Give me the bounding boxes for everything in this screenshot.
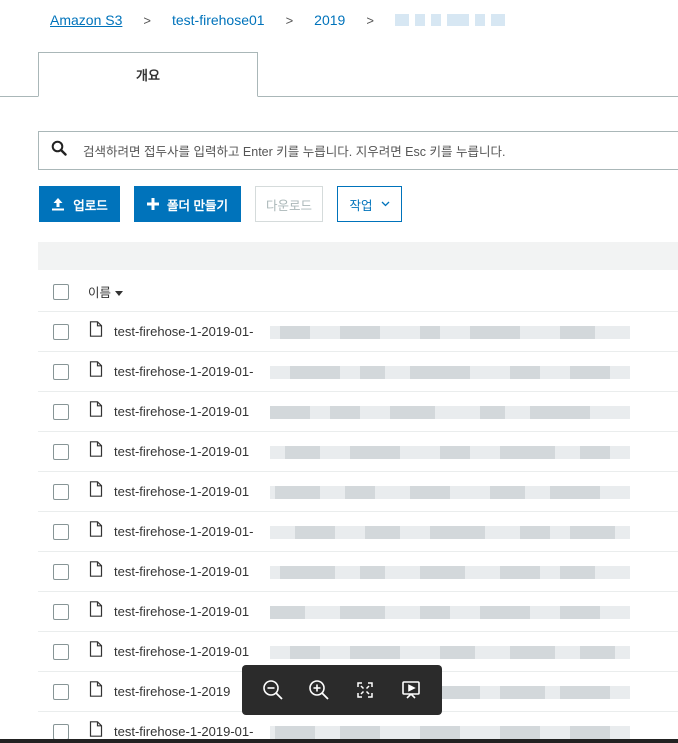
tab-bar: 개요: [0, 52, 678, 97]
present-icon[interactable]: [398, 677, 424, 703]
file-name-link[interactable]: test-firehose-1-2019-01: [114, 564, 249, 579]
breadcrumb-separator: >: [366, 12, 374, 28]
file-icon: [89, 321, 103, 342]
file-name-link[interactable]: test-firehose-1-2019: [114, 684, 230, 699]
file-icon: [89, 641, 103, 662]
breadcrumb-separator: >: [143, 12, 151, 28]
file-name-link[interactable]: test-firehose-1-2019-01: [114, 644, 249, 659]
table-row[interactable]: test-firehose-1-2019-01-: [38, 352, 678, 392]
chevron-down-icon: [381, 201, 390, 207]
redacted-filename: [270, 726, 630, 739]
zoom-in-icon[interactable]: [306, 677, 332, 703]
row-checkbox[interactable]: [53, 723, 69, 740]
breadcrumb-year[interactable]: 2019: [314, 12, 345, 28]
table-row[interactable]: test-firehose-1-2019-01: [38, 432, 678, 472]
breadcrumb-bucket[interactable]: test-firehose01: [172, 12, 265, 28]
table-row[interactable]: test-firehose-1-2019-01: [38, 472, 678, 512]
upload-icon: [51, 197, 65, 211]
download-button[interactable]: 다운로드: [255, 186, 323, 222]
upload-button[interactable]: 업로드: [39, 186, 120, 222]
redacted-filename: [270, 326, 630, 339]
redacted-filename: [270, 366, 630, 379]
row-checkbox[interactable]: [53, 483, 69, 500]
actions-dropdown[interactable]: 작업: [337, 186, 402, 222]
breadcrumb-amazon-s3[interactable]: Amazon S3: [50, 12, 122, 28]
row-checkbox[interactable]: [53, 683, 69, 700]
breadcrumb-redacted: [394, 14, 505, 26]
row-checkbox[interactable]: [53, 523, 69, 540]
redacted-filename: [270, 446, 630, 459]
search-placeholder: 검색하려면 접두사를 입력하고 Enter 키를 누릅니다. 지우려면 Esc …: [83, 145, 506, 159]
row-checkbox[interactable]: [53, 403, 69, 420]
fit-screen-icon[interactable]: [352, 677, 378, 703]
file-icon: [89, 441, 103, 462]
image-viewer-toolbar: [242, 665, 442, 715]
breadcrumb-separator: >: [285, 12, 294, 28]
file-name-link[interactable]: test-firehose-1-2019-01: [114, 604, 249, 619]
row-checkbox[interactable]: [53, 323, 69, 340]
row-checkbox[interactable]: [53, 643, 69, 660]
row-checkbox[interactable]: [53, 563, 69, 580]
bottom-edge: [0, 739, 678, 743]
file-name-link[interactable]: test-firehose-1-2019-01-: [114, 324, 253, 339]
table-row[interactable]: test-firehose-1-2019-01: [38, 592, 678, 632]
file-icon: [89, 361, 103, 382]
file-icon: [89, 601, 103, 622]
file-name-link[interactable]: test-firehose-1-2019-01: [114, 484, 249, 499]
redacted-filename: [270, 606, 630, 619]
sort-desc-icon: [115, 291, 124, 297]
file-name-link[interactable]: test-firehose-1-2019-01: [114, 404, 249, 419]
toolbar: 업로드 폴더 만들기 다운로드 작업: [39, 186, 402, 222]
file-icon: [89, 681, 103, 702]
search-icon: [51, 140, 67, 161]
redacted-filename: [270, 646, 630, 659]
file-icon: [89, 521, 103, 542]
table-row[interactable]: test-firehose-1-2019-01-: [38, 512, 678, 552]
table-row[interactable]: test-firehose-1-2019-01: [38, 392, 678, 432]
name-header-label: 이름: [88, 286, 112, 300]
file-name-link[interactable]: test-firehose-1-2019-01: [114, 444, 249, 459]
search-input[interactable]: 검색하려면 접두사를 입력하고 Enter 키를 누릅니다. 지우려면 Esc …: [38, 131, 678, 170]
upload-label: 업로드: [73, 198, 108, 213]
create-folder-button[interactable]: 폴더 만들기: [134, 186, 241, 222]
plus-icon: [147, 198, 159, 210]
row-checkbox[interactable]: [53, 363, 69, 380]
table-header-row: 이름: [38, 272, 678, 312]
actions-label: 작업: [349, 198, 373, 213]
file-name-link[interactable]: test-firehose-1-2019-01-: [114, 524, 253, 539]
table-header-band: [38, 242, 678, 270]
zoom-out-icon[interactable]: [260, 677, 286, 703]
file-icon: [89, 481, 103, 502]
redacted-filename: [270, 566, 630, 579]
row-checkbox[interactable]: [53, 443, 69, 460]
row-checkbox[interactable]: [53, 603, 69, 620]
redacted-filename: [270, 406, 630, 419]
table-row[interactable]: test-firehose-1-2019-01-: [38, 312, 678, 352]
table-row[interactable]: test-firehose-1-2019-01: [38, 552, 678, 592]
file-name-link[interactable]: test-firehose-1-2019-01-: [114, 364, 253, 379]
select-all-checkbox[interactable]: [53, 283, 69, 300]
create-folder-label: 폴더 만들기: [167, 198, 228, 213]
column-header-name[interactable]: 이름: [88, 282, 124, 301]
file-name-link[interactable]: test-firehose-1-2019-01-: [114, 724, 253, 739]
file-icon: [89, 561, 103, 582]
file-icon: [89, 401, 103, 422]
redacted-filename: [270, 486, 630, 499]
tab-overview[interactable]: 개요: [38, 52, 258, 97]
redacted-filename: [270, 526, 630, 539]
breadcrumb: Amazon S3 > test-firehose01 > 2019 >: [0, 0, 678, 40]
